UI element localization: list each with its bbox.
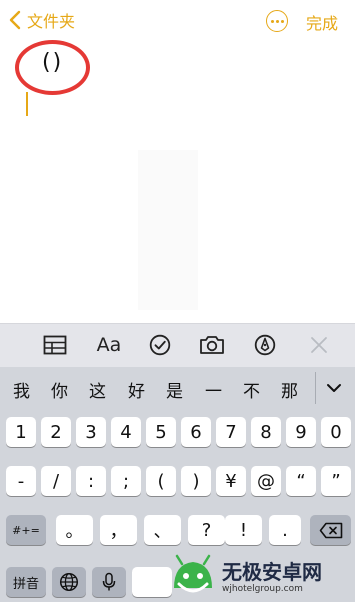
watermark-url: wjhotelgroup.com (222, 584, 303, 594)
candidate-word[interactable]: 那 (281, 377, 298, 402)
key-0[interactable]: 0 (321, 417, 351, 447)
key-fullstop[interactable]: 。 (56, 515, 93, 545)
symbols-mode-button[interactable]: #+= (6, 515, 46, 545)
key-7[interactable]: 7 (216, 417, 246, 447)
key-comma[interactable]: ， (100, 515, 137, 545)
watermark: 无极安卓网 wjhotelgroup.com (170, 552, 355, 602)
key-at[interactable]: @ (251, 466, 281, 496)
key-question[interactable]: ? (188, 515, 225, 545)
key-6[interactable]: 6 (181, 417, 211, 447)
globe-button[interactable] (52, 567, 86, 597)
text-format-label: Aa (96, 334, 122, 356)
navigation-bar: 文件夹 完成 (0, 0, 355, 42)
candidate-word[interactable]: 你 (51, 377, 68, 402)
key-9[interactable]: 9 (286, 417, 316, 447)
key-yen[interactable]: ¥ (216, 466, 246, 496)
delete-button[interactable] (310, 515, 351, 545)
text-format-button[interactable]: Aa (96, 333, 122, 357)
candidate-word[interactable]: 好 (128, 377, 145, 402)
key-right-quote[interactable]: ” (321, 466, 351, 496)
checklist-icon[interactable] (147, 333, 173, 357)
more-options-icon[interactable] (266, 10, 288, 32)
dictation-button[interactable] (92, 567, 126, 597)
backspace-icon (319, 522, 342, 538)
back-label: 文件夹 (27, 12, 76, 31)
key-right-paren[interactable]: ) (181, 466, 211, 496)
format-toolbar: Aa (0, 323, 355, 367)
pinyin-mode-button[interactable]: 拼音 (6, 567, 46, 597)
key-period[interactable]: . (269, 515, 301, 545)
key-2[interactable]: 2 (41, 417, 71, 447)
candidate-word[interactable]: 是 (166, 377, 183, 402)
key-3[interactable]: 3 (76, 417, 106, 447)
markup-pen-icon[interactable] (252, 333, 278, 357)
candidate-word[interactable]: 不 (243, 377, 260, 402)
key-5[interactable]: 5 (146, 417, 176, 447)
key-colon[interactable]: : (76, 466, 106, 496)
candidate-word[interactable]: 这 (89, 377, 106, 402)
annotation-circle (15, 40, 90, 95)
candidate-bar: 我 你 这 好 是 一 不 那 (0, 367, 355, 409)
expand-candidates-icon[interactable] (326, 379, 342, 398)
close-icon[interactable] (306, 333, 332, 357)
key-semicolon[interactable]: ; (111, 466, 141, 496)
key-1[interactable]: 1 (6, 417, 36, 447)
watermark-title: 无极安卓网 (222, 560, 322, 584)
background-ghost (138, 150, 198, 310)
back-to-folders-button[interactable]: 文件夹 (8, 8, 75, 32)
candidate-word[interactable]: 一 (205, 377, 222, 402)
candidate-divider (315, 372, 316, 404)
key-exclamation[interactable]: ! (225, 515, 262, 545)
text-cursor (26, 92, 28, 116)
globe-icon (59, 572, 79, 592)
key-slash[interactable]: / (41, 466, 71, 496)
key-8[interactable]: 8 (251, 417, 281, 447)
microphone-icon (102, 572, 116, 591)
key-left-quote[interactable]: “ (286, 466, 316, 496)
key-left-paren[interactable]: ( (146, 466, 176, 496)
camera-icon[interactable] (199, 333, 225, 357)
table-icon[interactable] (42, 333, 68, 357)
candidate-word[interactable]: 我 (13, 377, 30, 402)
android-logo-icon (174, 554, 212, 593)
key-hyphen[interactable]: - (6, 466, 36, 496)
chevron-left-icon (9, 10, 21, 30)
space-bar[interactable] (132, 567, 172, 597)
key-4[interactable]: 4 (111, 417, 141, 447)
key-enumeration-comma[interactable]: 、 (144, 515, 181, 545)
done-button[interactable]: 完成 (306, 10, 338, 34)
